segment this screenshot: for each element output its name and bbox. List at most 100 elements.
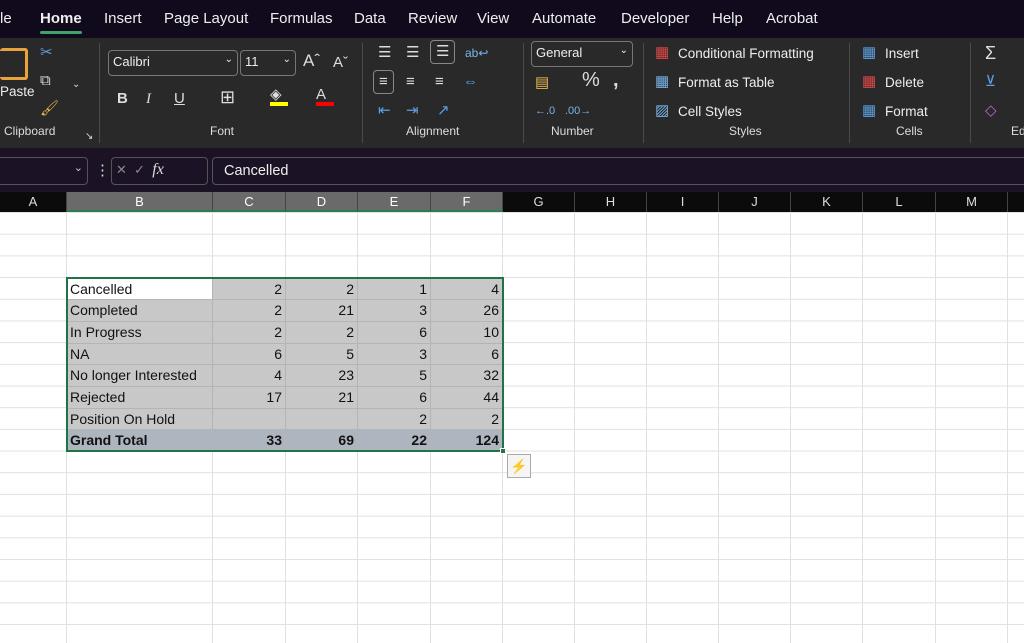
tab-data[interactable]: Data xyxy=(354,10,386,27)
column-header-c[interactable]: C xyxy=(213,192,286,212)
column-header-i[interactable]: I xyxy=(647,192,719,212)
clear-icon[interactable]: ◇ xyxy=(985,102,997,120)
tab-insert[interactable]: Insert xyxy=(104,10,142,27)
copy-icon[interactable]: ⧉ xyxy=(40,72,51,90)
tab-developer[interactable]: Developer xyxy=(621,10,689,27)
font-size-value: 11 xyxy=(245,54,259,69)
merge-center-icon[interactable]: ⇔ xyxy=(463,73,478,91)
column-header-b[interactable]: B xyxy=(67,192,213,212)
formula-input[interactable]: Cancelled xyxy=(212,157,1024,185)
tab-home[interactable]: Home xyxy=(40,10,82,34)
selection-border xyxy=(66,277,504,452)
formula-bar-area: ⌄ ⋮ ✕ ✓ fx Cancelled xyxy=(0,148,1024,192)
gridline xyxy=(574,212,575,643)
column-header-f[interactable]: F xyxy=(431,192,503,212)
increase-decimal-icon[interactable]: ←.0 xyxy=(535,102,555,120)
font-color-icon[interactable]: A xyxy=(316,86,334,106)
cells-group-label: Cells xyxy=(896,124,923,138)
format-cells-icon[interactable]: ▦ xyxy=(862,102,876,120)
tab-acrobat[interactable]: Acrobat xyxy=(766,10,818,27)
borders-icon[interactable]: ⊞ xyxy=(220,88,235,106)
paste-icon[interactable] xyxy=(0,48,28,80)
autosum-icon[interactable]: Σ xyxy=(985,44,996,62)
fill-icon[interactable]: ⊻ xyxy=(985,73,996,91)
format-painter-icon[interactable]: 🖌 xyxy=(40,100,59,118)
column-header-l[interactable]: L xyxy=(863,192,936,212)
cell-styles-button[interactable]: Cell Styles xyxy=(678,104,742,119)
increase-font-icon[interactable]: Aˆ xyxy=(303,52,320,70)
delete-button[interactable]: Delete xyxy=(885,75,924,90)
gridline xyxy=(646,212,647,643)
ribbon-tabs: le Home Insert Page Layout Formulas Data Revie… xyxy=(0,0,1024,38)
cell-styles-icon[interactable]: ▨ xyxy=(655,102,669,120)
align-middle-icon[interactable]: ☰ xyxy=(406,44,419,62)
tab-review[interactable]: Review xyxy=(408,10,457,27)
percent-icon[interactable]: % xyxy=(582,70,600,90)
align-center-icon[interactable]: ≡ xyxy=(406,73,415,91)
gridline xyxy=(1007,212,1008,643)
align-left-icon[interactable]: ≡ xyxy=(373,70,394,94)
accounting-format-icon[interactable]: ▤ xyxy=(535,74,549,92)
column-header-m[interactable]: M xyxy=(936,192,1008,212)
tab-view[interactable]: View xyxy=(477,10,509,27)
wrap-text-icon[interactable]: ab↩ xyxy=(465,44,488,62)
decrease-font-icon[interactable]: Aˇ xyxy=(333,54,348,72)
insert-function-icon[interactable]: fx xyxy=(152,161,164,178)
column-header-j[interactable]: J xyxy=(719,192,791,212)
formula-buttons: ✕ ✓ fx xyxy=(111,157,208,185)
conditional-formatting-icon[interactable]: ▦ xyxy=(655,44,669,62)
align-top-icon[interactable]: ☰ xyxy=(378,44,391,62)
name-box[interactable]: ⌄ xyxy=(0,157,88,185)
format-as-table-icon[interactable]: ▦ xyxy=(655,73,669,91)
fill-color-icon[interactable]: ◈ xyxy=(270,86,288,106)
clipboard-group-label: Clipboard xyxy=(4,124,56,138)
column-header-d[interactable]: D xyxy=(286,192,358,212)
cancel-icon[interactable]: ✕ xyxy=(116,162,127,177)
dialog-launcher-icon[interactable]: ↘ xyxy=(85,128,93,146)
tab-page-layout[interactable]: Page Layout xyxy=(164,10,248,27)
orientation-icon[interactable]: ↗ xyxy=(437,102,450,120)
copy-dropdown-icon[interactable]: ⌄ xyxy=(72,76,80,94)
tab-automate[interactable]: Automate xyxy=(532,10,596,27)
tab-formulas[interactable]: Formulas xyxy=(270,10,333,27)
format-button[interactable]: Format xyxy=(885,104,928,119)
column-header-k[interactable]: K xyxy=(791,192,863,212)
styles-group-label: Styles xyxy=(729,124,762,138)
italic-icon[interactable]: I xyxy=(146,90,151,108)
decrease-decimal-icon[interactable]: .00→ xyxy=(565,102,591,120)
column-header-g[interactable]: G xyxy=(503,192,575,212)
number-group-label: Number xyxy=(551,124,594,138)
fill-handle[interactable] xyxy=(500,448,506,454)
conditional-formatting-button[interactable]: Conditional Formatting xyxy=(678,46,814,61)
align-bottom-icon[interactable]: ☰ xyxy=(430,40,456,64)
comma-style-icon[interactable]: , xyxy=(613,70,619,90)
gridline xyxy=(935,212,936,643)
tab-le[interactable]: le xyxy=(0,10,12,27)
insert-button[interactable]: Insert xyxy=(885,46,919,61)
chevron-down-icon: ⌄ xyxy=(224,54,233,65)
quick-analysis-icon[interactable]: ⚡ xyxy=(507,454,531,478)
number-format-select[interactable]: General ⌄ xyxy=(531,41,633,67)
cut-icon[interactable]: ✂ xyxy=(40,44,53,62)
decrease-indent-icon[interactable]: ⇤ xyxy=(378,102,391,120)
font-name-select[interactable]: Calibri ⌄ xyxy=(108,50,238,76)
paste-button[interactable]: Paste xyxy=(0,84,35,99)
number-format-value: General xyxy=(536,45,583,60)
delete-cells-icon[interactable]: ▦ xyxy=(862,73,876,91)
column-header-e[interactable]: E xyxy=(358,192,431,212)
format-as-table-button[interactable]: Format as Table xyxy=(678,75,775,90)
increase-indent-icon[interactable]: ⇥ xyxy=(406,102,419,120)
underline-icon[interactable]: U xyxy=(174,90,185,108)
more-options-icon[interactable]: ⋮ xyxy=(95,162,110,180)
gridline xyxy=(718,212,719,643)
chevron-down-icon: ⌄ xyxy=(73,162,83,174)
column-header-h[interactable]: H xyxy=(575,192,647,212)
editing-group-label: Ed xyxy=(1011,124,1024,138)
align-right-icon[interactable]: ≡ xyxy=(435,73,444,91)
font-size-select[interactable]: 11 ⌄ xyxy=(240,50,296,76)
bold-icon[interactable]: B xyxy=(117,90,128,108)
enter-icon[interactable]: ✓ xyxy=(134,162,145,177)
insert-cells-icon[interactable]: ▦ xyxy=(862,44,876,62)
tab-help[interactable]: Help xyxy=(712,10,743,27)
column-header-a[interactable]: A xyxy=(0,192,67,212)
